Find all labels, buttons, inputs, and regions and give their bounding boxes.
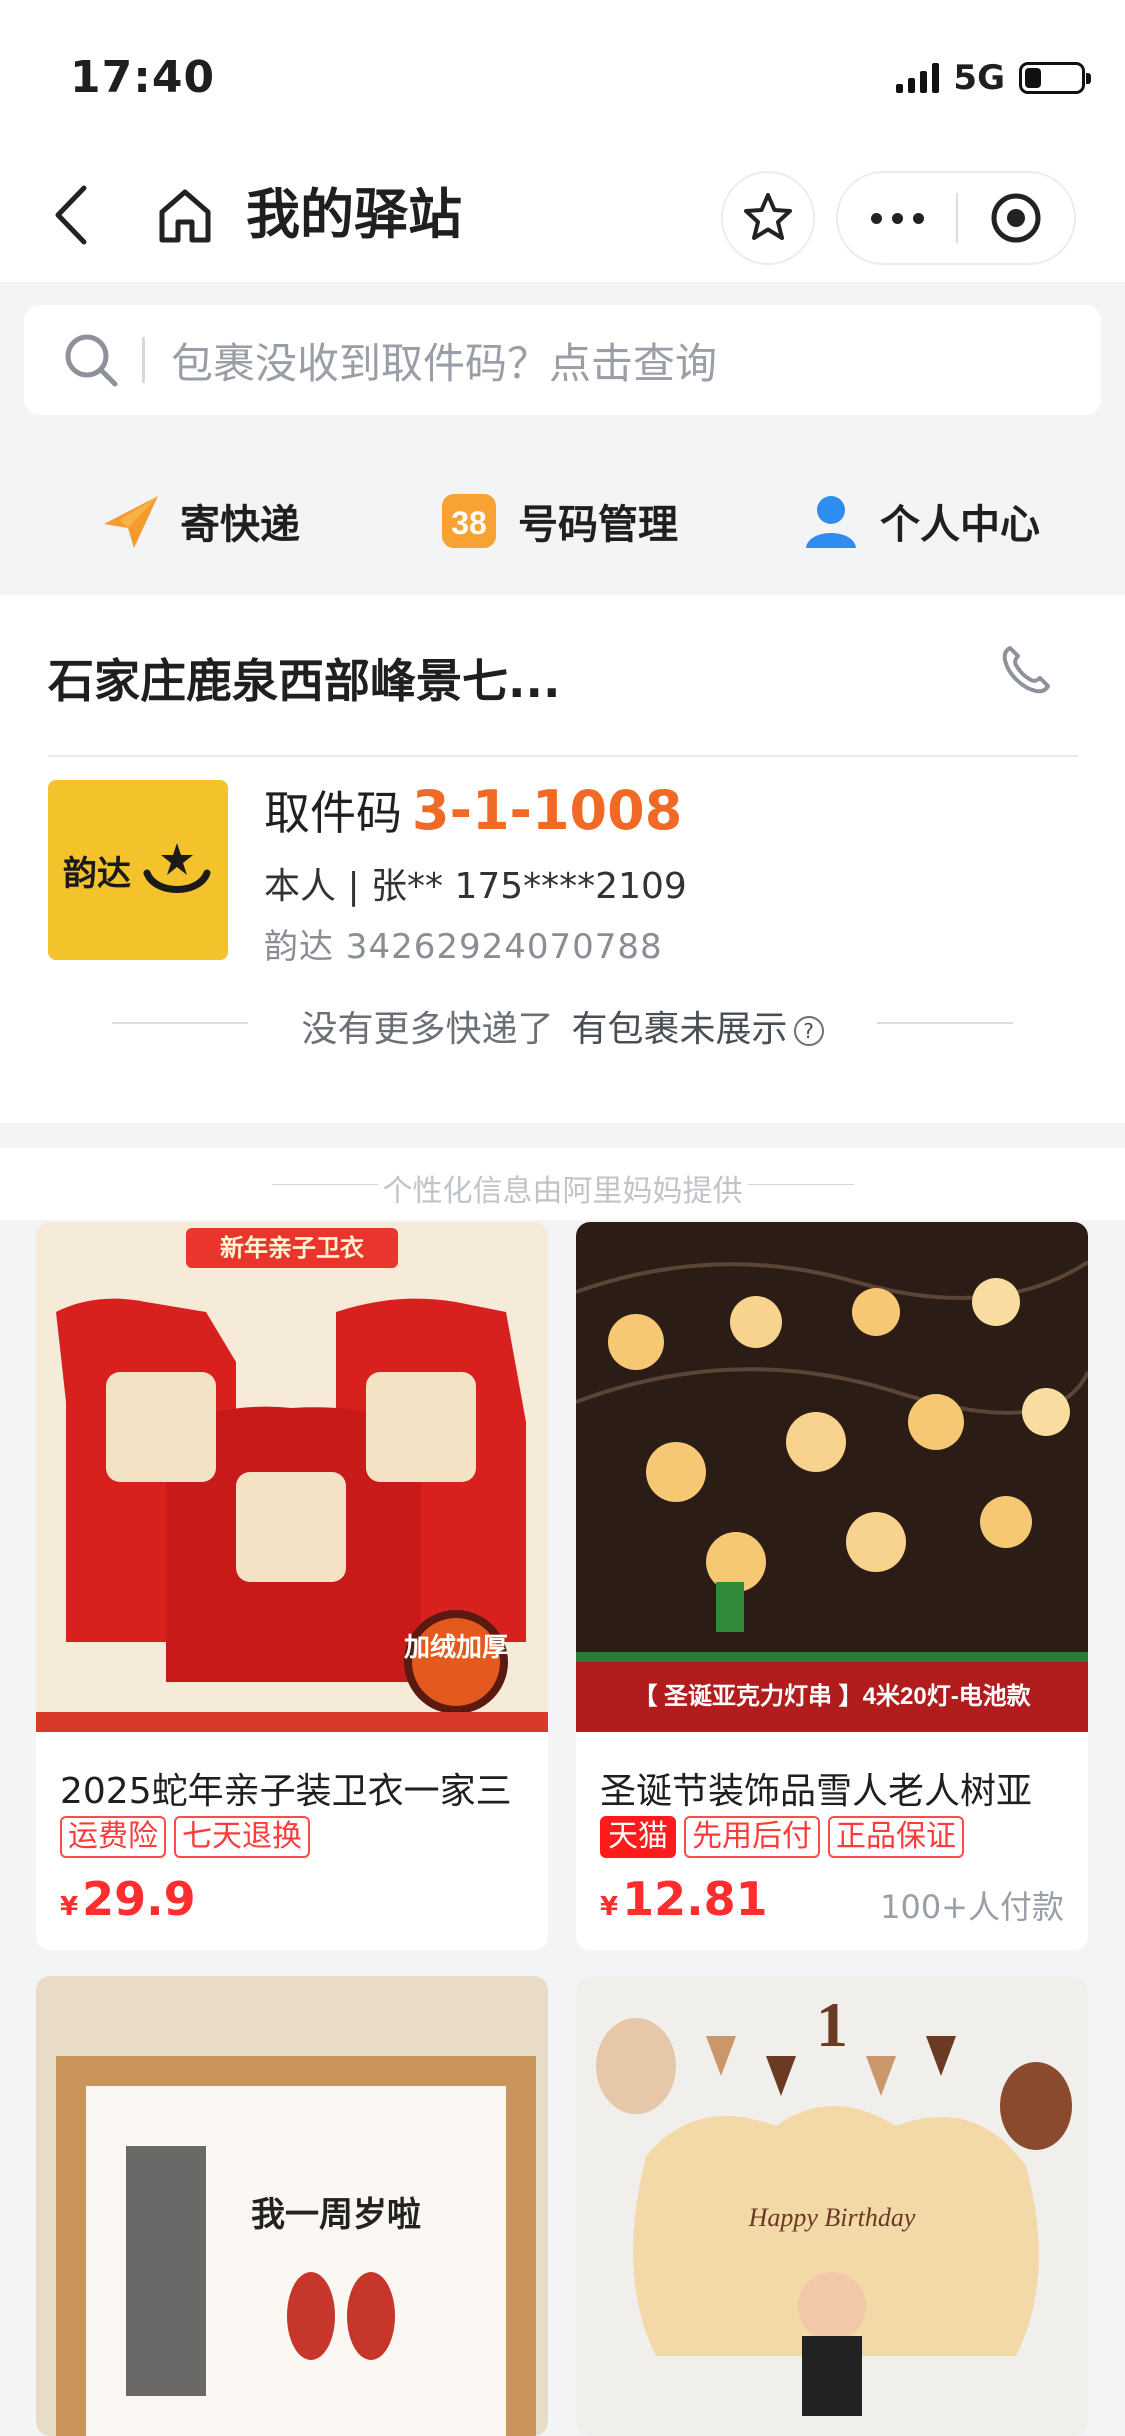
favorite-button[interactable] xyxy=(723,173,813,263)
product-image: 新年亲子卫衣 加绒加厚 xyxy=(36,1222,548,1732)
product-tags: 天猫 先用后付 正品保证 xyxy=(600,1816,964,1858)
personal-center-label: 个人中心 xyxy=(880,502,1040,548)
phone-icon[interactable] xyxy=(996,640,1056,700)
no-more-row: 没有更多快递了 有包裹未展示? xyxy=(0,1000,1125,1052)
unshown-packages-label: 有包裹未展示 xyxy=(571,1009,788,1050)
miniapp-capsule xyxy=(838,173,1074,263)
signal-icon xyxy=(896,63,940,93)
tag: 先用后付 xyxy=(684,1816,820,1858)
product-price: ¥12.81 xyxy=(600,1872,768,1926)
image-number: 1 xyxy=(816,1989,848,2060)
ad-header: 个性化信息由阿里妈妈提供 xyxy=(0,1148,1125,1220)
send-express-label: 寄快递 xyxy=(180,502,300,548)
pickup-code-row: 取件码 3-1-1008 xyxy=(264,780,682,844)
price-value: 29.9 xyxy=(82,1872,196,1926)
search-placeholder: 包裹没收到取件码？点击查询 xyxy=(171,338,718,388)
svg-text:38: 38 xyxy=(451,505,487,541)
star-icon xyxy=(744,193,792,240)
station-name[interactable]: 石家庄鹿泉西部峰景七... xyxy=(48,645,560,711)
pickup-label: 取件码 xyxy=(264,786,402,840)
smile-logo-icon xyxy=(143,843,211,893)
image-text: 我一周岁啦 xyxy=(251,2196,421,2234)
battery-icon xyxy=(1019,62,1091,94)
send-icon xyxy=(100,490,162,552)
send-express-button[interactable]: 寄快递 xyxy=(100,490,300,552)
search-separator xyxy=(142,337,145,383)
no-more-text: 没有更多快递了 xyxy=(301,1009,554,1050)
number-icon: 38 xyxy=(438,490,500,552)
product-image: 1 Happy Birthday xyxy=(576,1976,1088,2436)
number-management-button[interactable]: 38 号码管理 xyxy=(438,490,678,552)
courier-logo: 韵达 xyxy=(48,780,228,960)
nav-bar: 我的驿站 xyxy=(0,150,1125,282)
product-card[interactable]: 1 Happy Birthday xyxy=(576,1976,1088,2436)
tag: 运费险 xyxy=(60,1816,166,1858)
network-type: 5G xyxy=(953,58,1005,98)
price-value: 12.81 xyxy=(622,1872,768,1926)
ad-header-text: 个性化信息由阿里妈妈提供 xyxy=(382,1174,743,1209)
image-text: Happy Birthday xyxy=(748,2203,916,2232)
product-title: 2025蛇年亲子装卫衣一家三 xyxy=(60,1771,512,1812)
courier-logo-text: 韵达 xyxy=(63,853,131,894)
currency: ¥ xyxy=(600,1892,619,1922)
product-card[interactable]: 新年亲子卫衣 加绒加厚 2025蛇年亲子装卫衣一家三 运费险 七天退换 ¥29.… xyxy=(36,1222,548,1950)
status-time: 17:40 xyxy=(70,52,216,103)
user-icon xyxy=(800,490,862,552)
status-bar: 17:40 5G xyxy=(0,0,1125,150)
product-image: 我一周岁啦 xyxy=(36,1976,548,2436)
unshown-packages-link[interactable]: 有包裹未展示? xyxy=(572,1000,824,1052)
product-price: ¥29.9 xyxy=(60,1872,196,1926)
image-banner-text: 新年亲子卫衣 xyxy=(220,1234,364,1262)
close-miniapp-icon[interactable] xyxy=(958,190,1074,246)
help-icon: ? xyxy=(793,1016,824,1046)
search-icon xyxy=(65,334,118,387)
recipient-info: 本人 | 张** 175****2109 xyxy=(264,866,687,907)
back-icon[interactable] xyxy=(44,180,104,250)
personal-center-button[interactable]: 个人中心 xyxy=(800,490,1040,552)
tracking-number[interactable]: 韵达 34262924070788 xyxy=(264,919,663,968)
divider xyxy=(48,755,1078,757)
product-card[interactable]: 我一周岁啦 xyxy=(36,1976,548,2436)
home-icon[interactable] xyxy=(150,180,220,250)
image-badge-text: 加绒加厚 xyxy=(404,1632,508,1662)
image-banner-text: 【 圣诞亚克力灯串 】4米20灯-电池款 xyxy=(633,1683,1031,1710)
tag: 正品保证 xyxy=(828,1816,964,1858)
product-title: 圣诞节装饰品雪人老人树亚 xyxy=(600,1771,1033,1812)
pickup-code[interactable]: 3-1-1008 xyxy=(412,779,682,842)
tmall-tag: 天猫 xyxy=(600,1816,676,1858)
product-image: 【 圣诞亚克力灯串 】4米20灯-电池款 xyxy=(576,1222,1088,1732)
page-title: 我的驿站 xyxy=(246,183,462,246)
currency: ¥ xyxy=(60,1892,79,1922)
status-indicators: 5G xyxy=(896,58,1091,98)
tag: 七天退换 xyxy=(174,1816,310,1858)
product-card[interactable]: 【 圣诞亚克力灯串 】4米20灯-电池款 圣诞节装饰品雪人老人树亚 天猫 先用后… xyxy=(576,1222,1088,1950)
quick-actions: 寄快递 38 号码管理 个人中心 xyxy=(0,450,1125,590)
product-tags: 运费险 七天退换 xyxy=(60,1816,310,1858)
more-icon[interactable] xyxy=(838,212,956,224)
search-bar[interactable]: 包裹没收到取件码？点击查询 xyxy=(24,305,1101,415)
sold-count: 100+人付款 xyxy=(880,1888,1064,1926)
divider-right xyxy=(748,1184,854,1185)
number-management-label: 号码管理 xyxy=(518,502,678,548)
divider-left xyxy=(112,1022,248,1024)
station-card: 石家庄鹿泉西部峰景七... 韵达 取件码 3-1-1008 本人 | 张** 17… xyxy=(0,595,1125,1123)
divider-right xyxy=(877,1022,1013,1024)
